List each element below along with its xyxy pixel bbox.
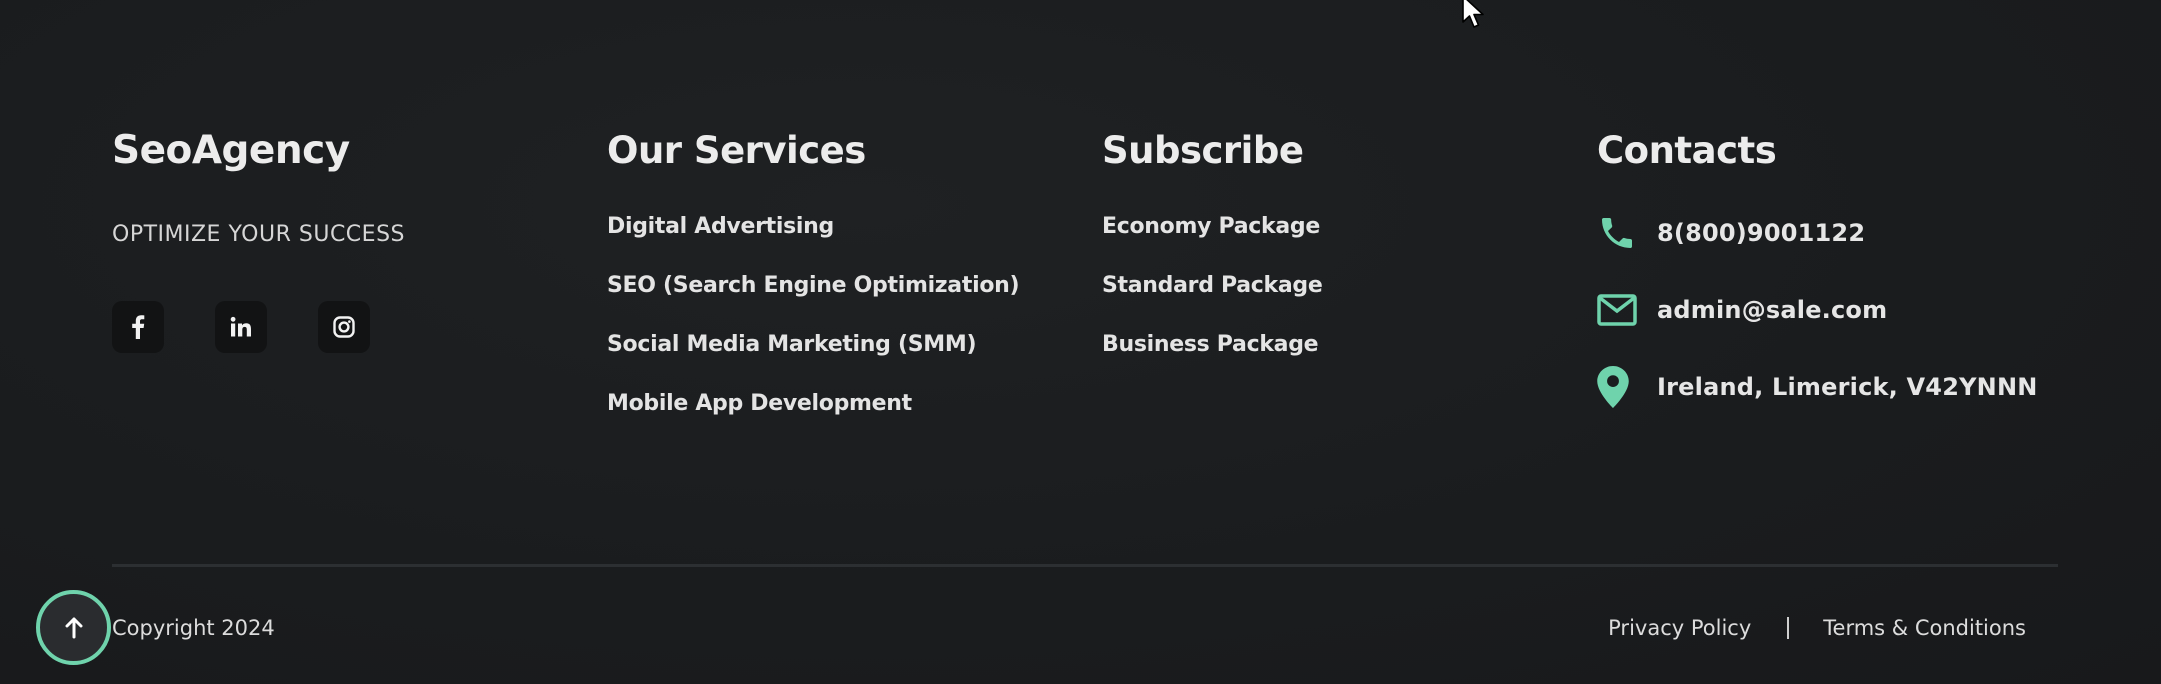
instagram-button[interactable] (318, 301, 370, 353)
subscribe-list: Economy Package Standard Package Busines… (1102, 212, 1542, 360)
package-link-business[interactable]: Business Package (1102, 330, 1542, 360)
facebook-button[interactable] (112, 301, 164, 353)
contacts-heading: Contacts (1597, 129, 1777, 172)
services-column: Our Services Digital Advertising SEO (Se… (607, 128, 1047, 448)
linkedin-button[interactable] (215, 301, 267, 353)
services-heading: Our Services (607, 129, 866, 172)
subscribe-heading: Subscribe (1102, 129, 1304, 172)
phone-number: 8(800)9001122 (1657, 219, 1866, 247)
brand-tagline: OPTIMIZE YOUR SUCCESS (112, 222, 405, 247)
contact-email[interactable]: admin@sale.com (1597, 287, 2117, 333)
contacts-list: 8(800)9001122 admin@sale.com Ireland, Li… (1597, 210, 2117, 410)
linkedin-icon (230, 316, 251, 337)
legal-separator (1787, 617, 1790, 639)
terms-link[interactable]: Terms & Conditions (1823, 616, 2026, 640)
envelope-icon (1597, 288, 1641, 332)
address-text: Ireland, Limerick, V42YNNN (1657, 373, 2038, 401)
service-link-seo[interactable]: SEO (Search Engine Optimization) (607, 271, 1047, 301)
service-link-mobile-app[interactable]: Mobile App Development (607, 389, 1047, 419)
privacy-policy-link[interactable]: Privacy Policy (1608, 616, 1751, 640)
facebook-icon (132, 315, 145, 339)
email-address: admin@sale.com (1657, 296, 1888, 324)
footer-divider (112, 564, 2058, 567)
brand-name[interactable]: SeoAgency (112, 128, 532, 174)
contacts-column: Contacts 8(800)9001122 admin@sale.com Ir… (1597, 128, 2117, 441)
map-pin-icon (1597, 365, 1641, 409)
brand-column: SeoAgency OPTIMIZE YOUR SUCCESS (112, 128, 532, 353)
service-link-digital-advertising[interactable]: Digital Advertising (607, 212, 1047, 242)
social-links (112, 301, 532, 353)
copyright-text: Copyright 2024 (112, 616, 275, 640)
mouse-cursor-icon (1462, 0, 1484, 28)
phone-icon (1597, 211, 1641, 255)
contact-address[interactable]: Ireland, Limerick, V42YNNN (1597, 364, 2117, 410)
legal-links: Privacy Policy Terms & Conditions (1608, 616, 2026, 640)
site-footer: SeoAgency OPTIMIZE YOUR SUCCESS Our Serv… (0, 0, 2161, 684)
service-link-smm[interactable]: Social Media Marketing (SMM) (607, 330, 1047, 360)
instagram-icon (333, 316, 355, 338)
subscribe-column: Subscribe Economy Package Standard Packa… (1102, 128, 1542, 389)
contact-phone[interactable]: 8(800)9001122 (1597, 210, 2117, 256)
arrow-up-icon (65, 617, 82, 638)
scroll-to-top-button[interactable] (36, 590, 111, 665)
package-link-economy[interactable]: Economy Package (1102, 212, 1542, 242)
package-link-standard[interactable]: Standard Package (1102, 271, 1542, 301)
services-list: Digital Advertising SEO (Search Engine O… (607, 212, 1047, 419)
